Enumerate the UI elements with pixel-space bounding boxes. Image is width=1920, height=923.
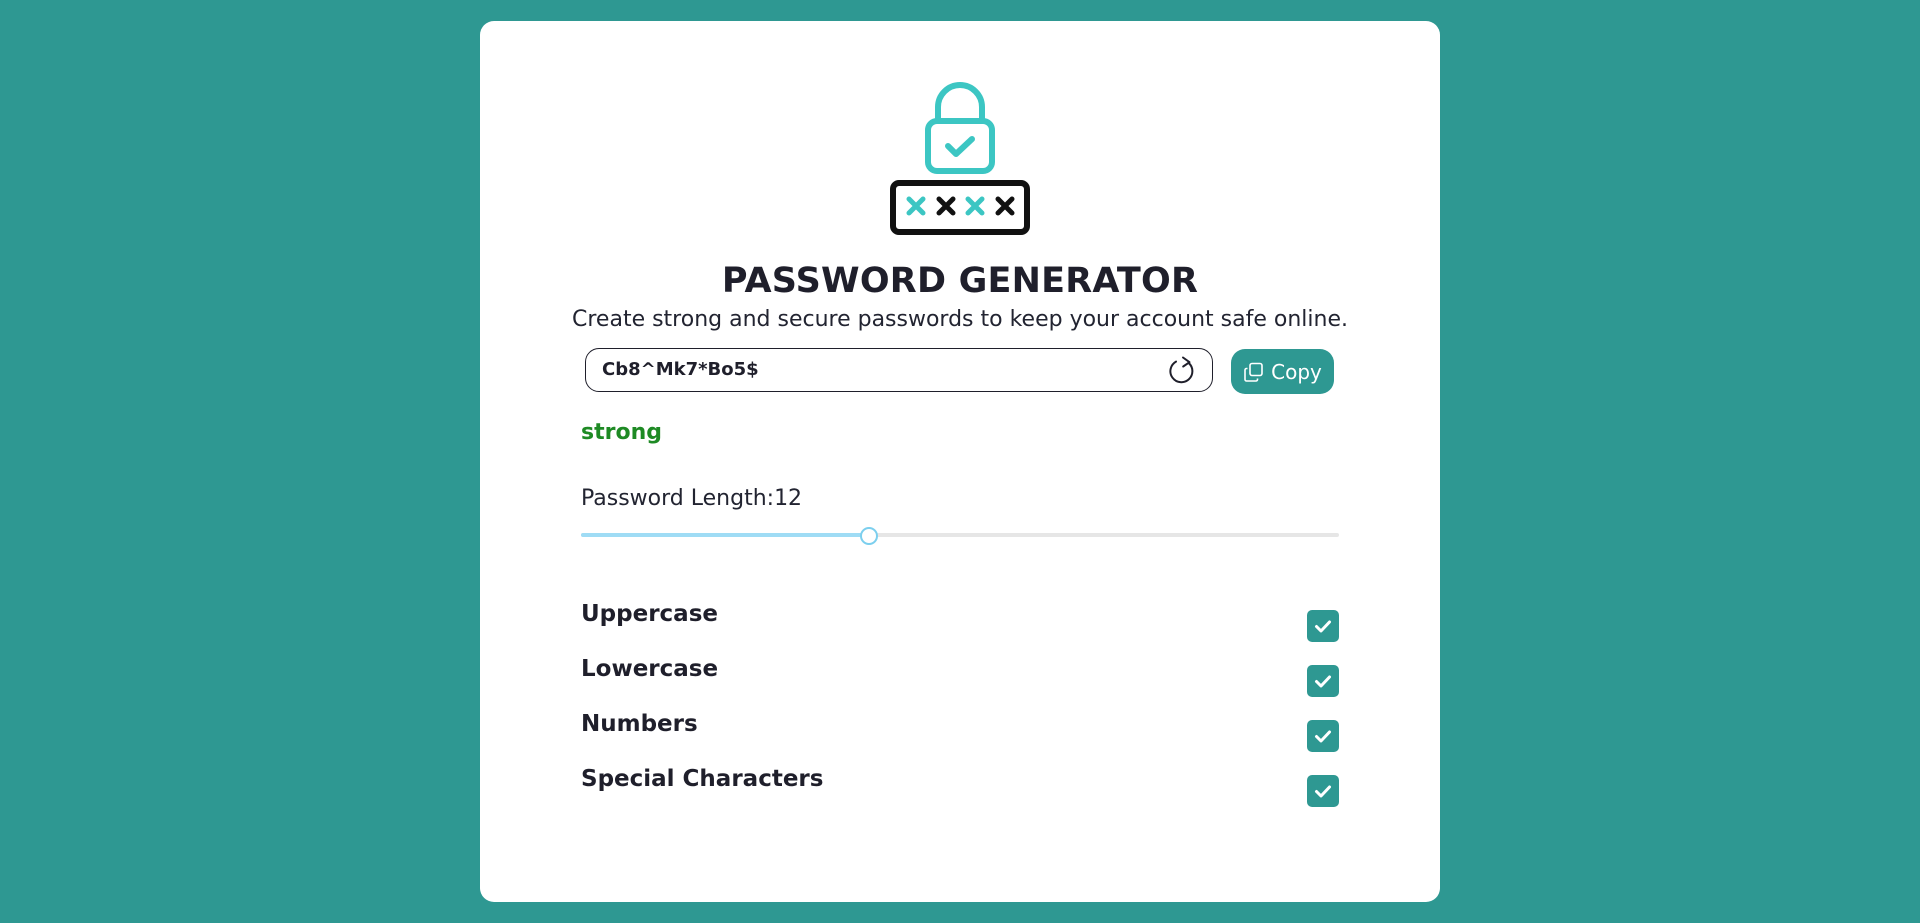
- copy-button-label: Copy: [1271, 359, 1322, 384]
- lowercase-checkbox[interactable]: [1307, 665, 1339, 697]
- password-length-text: Password Length:: [581, 486, 775, 511]
- password-length-slider[interactable]: [581, 525, 1339, 545]
- password-value[interactable]: Cb8^Mk7*Bo5$: [602, 359, 759, 380]
- password-length-value: 12: [774, 486, 803, 511]
- option-label-uppercase: Uppercase: [581, 601, 718, 627]
- check-icon: [1315, 620, 1331, 633]
- slider-fill: [581, 533, 869, 537]
- copy-button[interactable]: Copy: [1231, 349, 1334, 394]
- check-icon: [1315, 675, 1331, 688]
- option-uppercase[interactable]: Uppercase: [581, 589, 1339, 644]
- option-numbers[interactable]: Numbers: [581, 699, 1339, 754]
- password-length-label: Password Length:12: [581, 486, 802, 511]
- page-title: PASSWORD GENERATOR: [721, 261, 1199, 301]
- page-subtitle: Create strong and secure passwords to ke…: [572, 307, 1348, 332]
- uppercase-checkbox[interactable]: [1307, 610, 1339, 642]
- special-characters-checkbox[interactable]: [1307, 775, 1339, 807]
- slider-thumb[interactable]: [860, 527, 879, 545]
- password-output-field[interactable]: Cb8^Mk7*Bo5$: [585, 348, 1213, 392]
- refresh-icon[interactable]: [1166, 355, 1198, 387]
- check-icon: [1315, 730, 1331, 743]
- password-generator-card: PASSWORD GENERATOR Create strong and sec…: [480, 21, 1440, 902]
- option-special-characters[interactable]: Special Characters: [581, 754, 1339, 809]
- option-label-lowercase: Lowercase: [581, 656, 719, 682]
- option-label-numbers: Numbers: [581, 711, 698, 737]
- password-strength-indicator: strong: [581, 420, 662, 445]
- check-icon: [1315, 785, 1331, 798]
- option-lowercase[interactable]: Lowercase: [581, 644, 1339, 699]
- numbers-checkbox[interactable]: [1307, 720, 1339, 752]
- copy-icon: [1244, 362, 1263, 382]
- option-label-special-characters: Special Characters: [581, 766, 824, 792]
- password-lock-illustration: [890, 82, 1030, 235]
- character-options: Uppercase Lowercase Numbers Special Char…: [581, 589, 1339, 809]
